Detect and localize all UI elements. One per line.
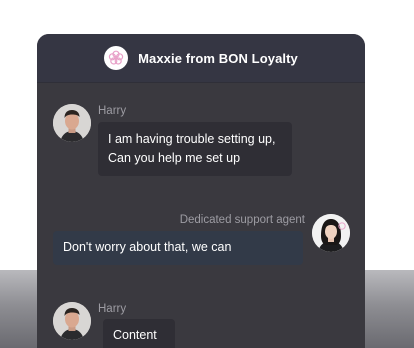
message-text: Content: [113, 328, 157, 342]
message-sender: Harry: [98, 105, 127, 117]
message-text: Can you help me set up: [108, 151, 241, 165]
chat-title: Maxxie from BON Loyalty: [138, 50, 298, 66]
avatar: [53, 104, 91, 142]
brand-logo-icon: [104, 46, 129, 70]
message-sender: Dedicated support agent: [179, 214, 305, 226]
message-text: Don't worry about that, we can: [63, 240, 232, 254]
message-sender: Harry: [98, 303, 127, 315]
message-text: I am having trouble setting up,: [108, 132, 276, 146]
avatar: [312, 214, 350, 252]
message-bubble: Content: [103, 319, 175, 348]
chat-window: Maxxie from BON Loyalty Harry I am havin…: [37, 34, 365, 348]
chat-header: Maxxie from BON Loyalty: [37, 34, 365, 83]
avatar: [53, 302, 91, 340]
message-bubble: I am having trouble setting up, Can you …: [98, 122, 292, 176]
message-bubble: Don't worry about that, we can: [53, 231, 303, 265]
